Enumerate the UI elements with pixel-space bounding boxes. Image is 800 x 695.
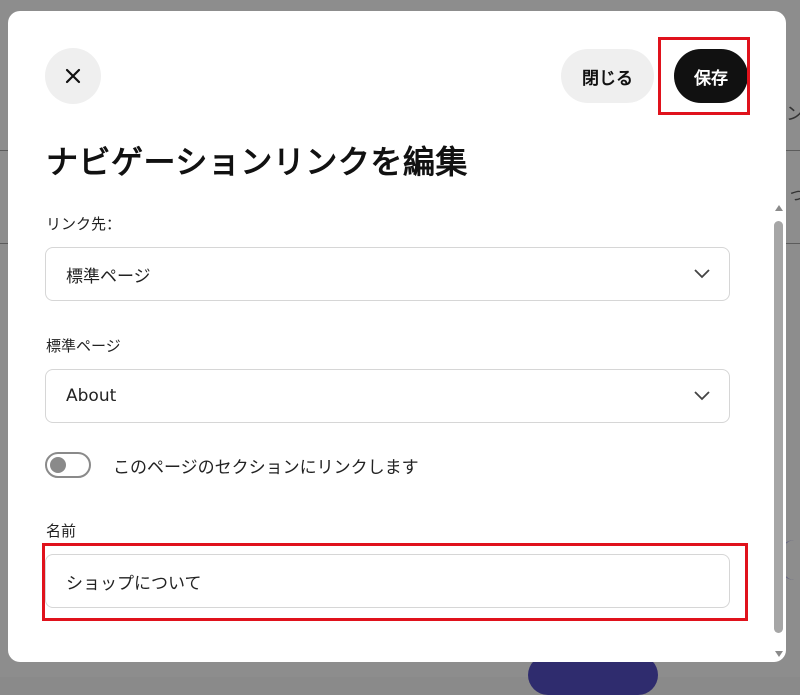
standard-page-label: 標準ページ: [46, 337, 121, 355]
name-label: 名前: [46, 522, 77, 540]
scroll-up-arrow-icon[interactable]: [775, 205, 783, 211]
toggle-knob: [50, 457, 66, 473]
edit-nav-link-dialog: 閉じる 保存 ナビゲーションリンクを編集 リンク先： 標準ページ 標準ページ A…: [8, 11, 786, 662]
dialog-title: ナビゲーションリンクを編集: [46, 143, 468, 181]
section-link-toggle-label: このページのセクションにリンクします: [113, 457, 419, 478]
background-text-fragment: ン: [786, 104, 800, 125]
dialog-scrollbar[interactable]: [772, 201, 786, 661]
link-target-select[interactable]: 標準ページ: [45, 247, 730, 301]
scroll-down-arrow-icon[interactable]: [775, 651, 783, 657]
scroll-thumb[interactable]: [774, 221, 783, 633]
close-icon: [65, 68, 81, 84]
close-button[interactable]: 閉じる: [561, 49, 654, 103]
section-link-toggle-row: このページのセクションにリンクします: [45, 452, 419, 478]
name-input-highlight: [42, 543, 748, 621]
section-link-toggle[interactable]: [45, 452, 91, 478]
chevron-down-icon: [694, 269, 710, 279]
standard-page-select[interactable]: About: [45, 369, 730, 423]
save-button-highlight: [658, 37, 750, 115]
link-target-label: リンク先：: [46, 215, 122, 233]
chevron-down-icon: [694, 391, 710, 401]
link-target-value: 標準ページ: [66, 266, 151, 287]
standard-page-value: About: [66, 386, 117, 406]
close-dialog-button[interactable]: [45, 48, 101, 104]
background-text-fragment: っ: [788, 184, 800, 205]
